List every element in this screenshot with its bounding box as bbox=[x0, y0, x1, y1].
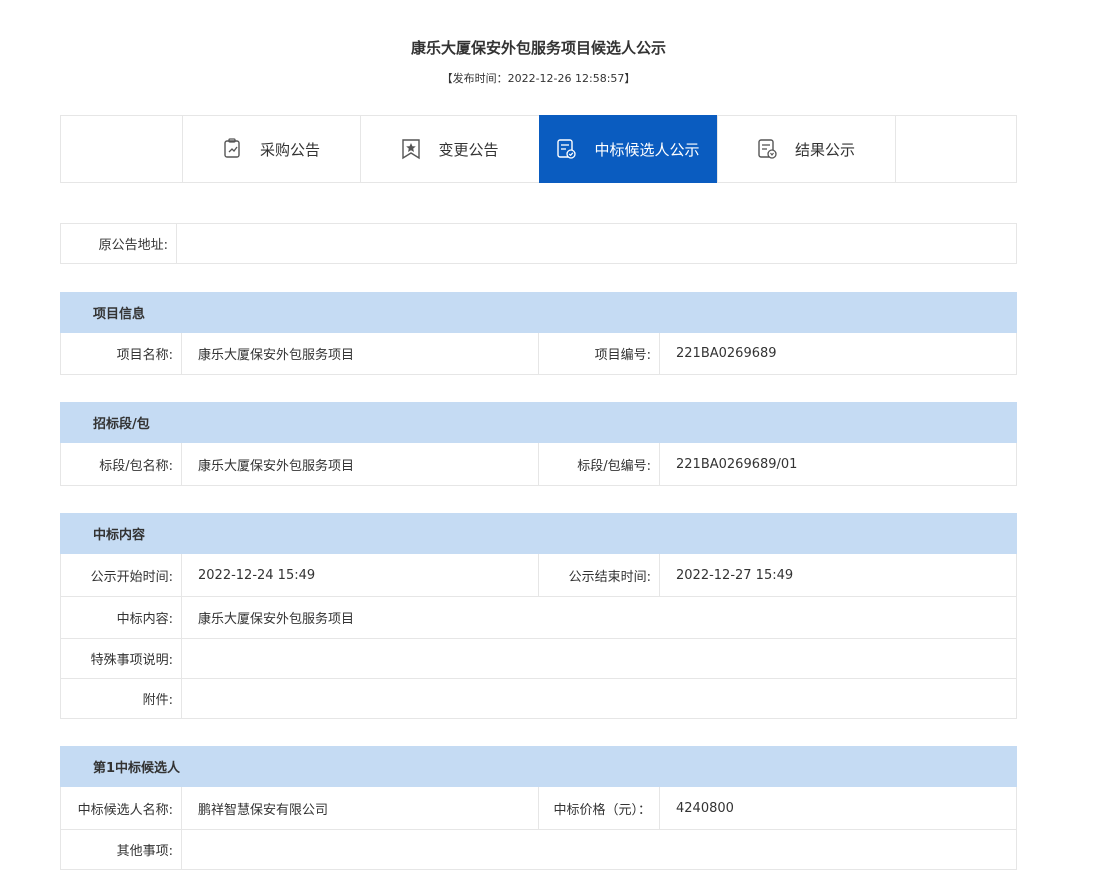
section-row: 标段/包名称: 康乐大厦保安外包服务项目 标段/包编号: 221BA026968… bbox=[60, 443, 1017, 486]
bid-price-value: 4240800 bbox=[676, 800, 734, 816]
candidate-row: 中标候选人名称: 鹏祥智慧保安有限公司 中标价格（元）： 4240800 bbox=[60, 787, 1017, 830]
tab-candidate-notice[interactable]: 中标候选人公示 bbox=[539, 115, 717, 183]
document-edit-icon bbox=[223, 138, 243, 160]
section-code-label: 标段/包编号: bbox=[539, 443, 660, 485]
tab-label: 变更公告 bbox=[438, 140, 499, 159]
tab-divider bbox=[895, 115, 896, 183]
award-content-value: 康乐大厦保安外包服务项目 bbox=[198, 612, 355, 627]
tab-purchase-notice[interactable]: 采购公告 bbox=[182, 115, 360, 183]
project-info-row: 项目名称: 康乐大厦保安外包服务项目 项目编号: 221BA0269689 bbox=[60, 333, 1017, 375]
special-notes-label: 特殊事项说明: bbox=[61, 639, 182, 678]
other-matters-label: 其他事项: bbox=[61, 830, 182, 869]
candidate-name-label: 中标候选人名称: bbox=[61, 787, 182, 829]
project-info-heading: 项目信息 bbox=[60, 292, 1017, 333]
attachment-label: 附件: bbox=[61, 679, 182, 718]
original-notice-label: 原公告地址: bbox=[61, 224, 177, 263]
publicity-end-value: 2022-12-27 15:49 bbox=[676, 567, 794, 583]
award-content-label: 中标内容: bbox=[61, 597, 182, 638]
publicity-end-label: 公示结束时间: bbox=[539, 554, 660, 596]
section-name-value: 康乐大厦保安外包服务项目 bbox=[182, 443, 539, 485]
page-title: 康乐大厦保安外包服务项目候选人公示 bbox=[410, 39, 666, 57]
tab-label: 结果公示 bbox=[794, 140, 855, 159]
publish-time: 【发布时间：2022-12-26 12:58:57】 bbox=[441, 72, 636, 85]
award-heading: 中标内容 bbox=[60, 513, 1017, 554]
tab-bar: 采购公告 变更公告 中标候选人公示 结果公示 bbox=[60, 115, 1017, 183]
project-name-label: 项目名称: bbox=[61, 333, 182, 374]
attachment-row: 附件: bbox=[60, 679, 1017, 719]
award-content-row: 中标内容: 康乐大厦保安外包服务项目 bbox=[60, 597, 1017, 639]
tab-change-notice[interactable]: 变更公告 bbox=[360, 115, 539, 183]
document-check-icon bbox=[557, 138, 577, 160]
document-seal-icon bbox=[758, 138, 778, 160]
tab-label: 采购公告 bbox=[259, 140, 320, 159]
candidate-heading: 第1中标候选人 bbox=[60, 746, 1017, 787]
publicity-start-value: 2022-12-24 15:49 bbox=[182, 554, 539, 596]
project-code-label: 项目编号: bbox=[539, 333, 660, 374]
award-time-row: 公示开始时间: 2022-12-24 15:49 公示结束时间: 2022-12… bbox=[60, 554, 1017, 597]
other-matters-value bbox=[182, 830, 1016, 869]
attachment-value[interactable] bbox=[182, 679, 1016, 718]
tab-label: 中标候选人公示 bbox=[594, 140, 700, 159]
bookmark-star-icon bbox=[401, 138, 421, 160]
original-notice-row: 原公告地址: bbox=[60, 223, 1017, 264]
section-code-value: 221BA0269689/01 bbox=[676, 456, 798, 472]
section-name-label: 标段/包名称: bbox=[61, 443, 182, 485]
project-code-value: 221BA0269689 bbox=[676, 346, 777, 361]
candidate-name-value: 鹏祥智慧保安有限公司 bbox=[182, 787, 539, 829]
special-notes-row: 特殊事项说明: bbox=[60, 639, 1017, 679]
original-notice-value[interactable] bbox=[177, 224, 1016, 263]
tab-result-notice[interactable]: 结果公示 bbox=[717, 115, 895, 183]
bid-price-label: 中标价格（元）： bbox=[539, 787, 660, 829]
project-name-value: 康乐大厦保安外包服务项目 bbox=[182, 333, 539, 374]
section-heading: 招标段/包 bbox=[60, 402, 1017, 443]
publicity-start-label: 公示开始时间: bbox=[61, 554, 182, 596]
special-notes-value bbox=[182, 639, 1016, 678]
other-matters-row: 其他事项: bbox=[60, 830, 1017, 870]
